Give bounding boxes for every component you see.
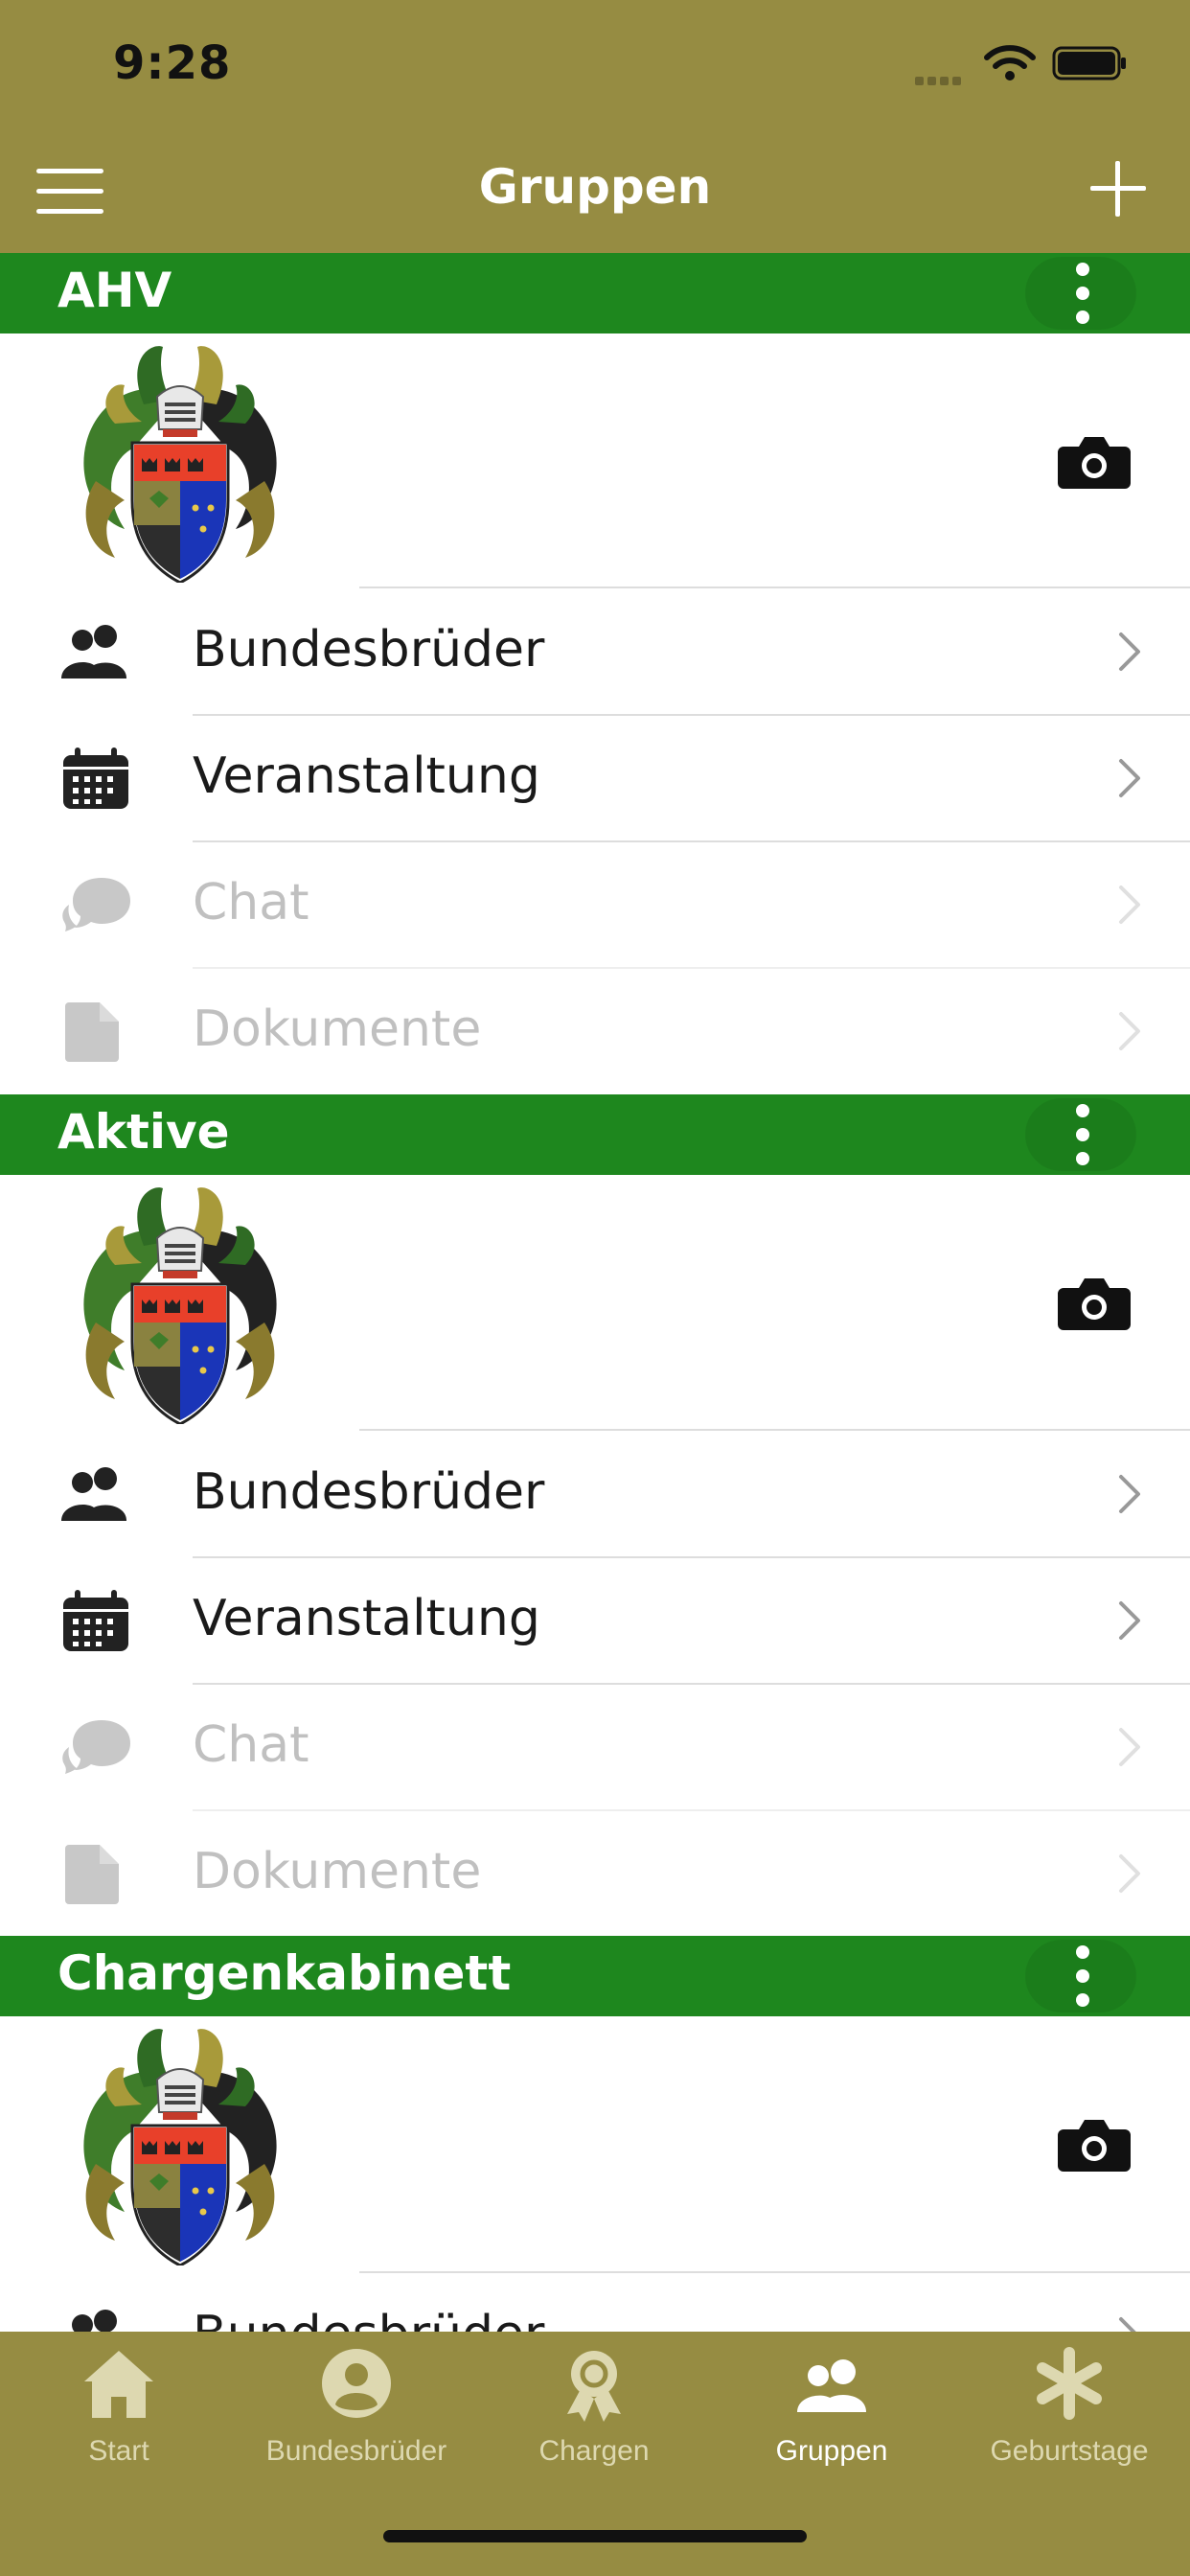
tab-label: Geburtstage bbox=[990, 2435, 1149, 2467]
chevron-right-icon bbox=[1119, 632, 1140, 671]
group-header-chargenkabinett: Chargenkabinett bbox=[0, 1936, 1190, 2016]
chevron-right-icon bbox=[1119, 886, 1140, 924]
camera-icon[interactable] bbox=[1058, 433, 1131, 491]
tab-gruppen[interactable]: Gruppen bbox=[713, 2332, 950, 2514]
group-icon bbox=[797, 2359, 866, 2412]
document-icon bbox=[65, 1845, 119, 1904]
home-indicator bbox=[383, 2530, 807, 2542]
asterisk-icon bbox=[1037, 2347, 1102, 2420]
row-label: Chat bbox=[193, 1716, 309, 1774]
chat-icon bbox=[62, 878, 130, 932]
battery-icon bbox=[1052, 46, 1126, 80]
chevron-right-icon bbox=[1119, 1012, 1140, 1050]
tab-label: Gruppen bbox=[775, 2435, 888, 2467]
calendar-icon bbox=[63, 1590, 128, 1651]
row-bundesbrueder[interactable]: Bundesbrüder bbox=[0, 588, 1190, 714]
award-icon bbox=[567, 2351, 621, 2422]
status-time: 9:28 bbox=[113, 36, 232, 90]
crest-image bbox=[81, 1185, 279, 1424]
row-veranstaltung[interactable]: Veranstaltung bbox=[0, 715, 1190, 840]
row-label: Dokumente bbox=[193, 1000, 482, 1058]
crest-image bbox=[81, 2027, 279, 2266]
crest-image bbox=[81, 344, 279, 583]
calendar-icon bbox=[63, 748, 128, 809]
add-group-icon[interactable] bbox=[1090, 161, 1146, 217]
chevron-right-icon bbox=[1119, 1728, 1140, 1766]
chevron-right-icon bbox=[1119, 1601, 1140, 1640]
chat-icon bbox=[62, 1720, 130, 1774]
wifi-icon bbox=[984, 45, 1036, 80]
row-dokumente[interactable]: Dokumente bbox=[0, 1810, 1190, 1936]
more-options-icon[interactable] bbox=[1025, 1098, 1136, 1171]
row-label: Dokumente bbox=[193, 1843, 482, 1900]
document-icon bbox=[65, 1002, 119, 1062]
group-title: AHV bbox=[57, 263, 172, 318]
person-icon bbox=[322, 2349, 391, 2418]
group-header-ahv: AHV bbox=[0, 253, 1190, 334]
chevron-right-icon bbox=[1119, 1854, 1140, 1893]
tab-start[interactable]: Start bbox=[0, 2332, 238, 2514]
camera-icon[interactable] bbox=[1058, 2116, 1131, 2174]
users-icon bbox=[61, 1467, 126, 1521]
row-veranstaltung[interactable]: Veranstaltung bbox=[0, 1557, 1190, 1683]
row-chat[interactable]: Chat bbox=[0, 1684, 1190, 1809]
row-label: Veranstaltung bbox=[193, 748, 540, 805]
navigation-bar: Gruppen bbox=[0, 130, 1190, 253]
tab-label: Start bbox=[88, 2435, 149, 2467]
camera-icon[interactable] bbox=[1058, 1275, 1131, 1332]
tab-bundesbrueder[interactable]: Bundesbrüder bbox=[238, 2332, 475, 2514]
status-bar: 9:28 bbox=[0, 0, 1190, 130]
more-options-icon[interactable] bbox=[1025, 257, 1136, 330]
users-icon bbox=[61, 625, 126, 678]
page-title: Gruppen bbox=[478, 159, 712, 215]
group-header-aktive: Aktive bbox=[0, 1094, 1190, 1175]
group-title: Chargenkabinett bbox=[57, 1945, 512, 2001]
group-title: Aktive bbox=[57, 1104, 230, 1160]
row-chat[interactable]: Chat bbox=[0, 841, 1190, 967]
chevron-right-icon bbox=[1119, 759, 1140, 797]
home-icon bbox=[84, 2351, 153, 2418]
row-label: Bundesbrüder bbox=[193, 621, 545, 678]
more-options-icon[interactable] bbox=[1025, 1940, 1136, 2012]
tab-label: Chargen bbox=[538, 2435, 650, 2467]
row-dokumente[interactable]: Dokumente bbox=[0, 968, 1190, 1093]
tab-chargen[interactable]: Chargen bbox=[475, 2332, 713, 2514]
row-label: Veranstaltung bbox=[193, 1590, 540, 1647]
row-label: Chat bbox=[193, 874, 309, 932]
tab-label: Bundesbrüder bbox=[265, 2435, 447, 2467]
cellular-signal-icon bbox=[915, 71, 965, 89]
chevron-right-icon bbox=[1119, 1475, 1140, 1513]
tab-geburtstage[interactable]: Geburtstage bbox=[950, 2332, 1188, 2514]
row-label: Bundesbrüder bbox=[193, 1463, 545, 1521]
row-bundesbrueder[interactable]: Bundesbrüder bbox=[0, 1431, 1190, 1556]
